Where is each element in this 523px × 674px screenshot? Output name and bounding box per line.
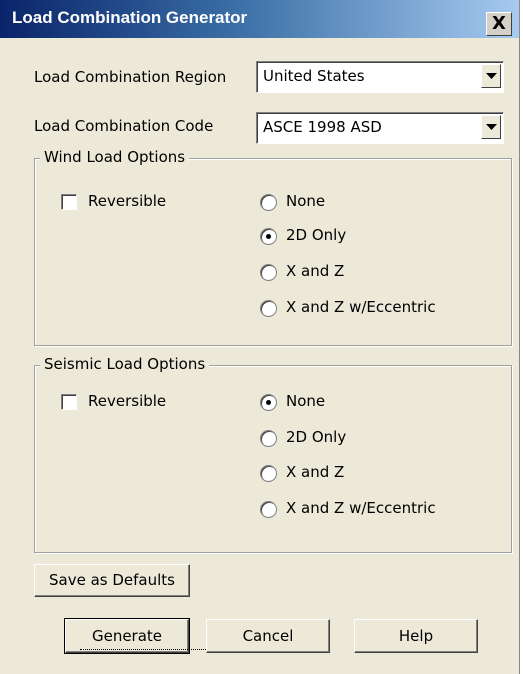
seismic-option-none-label: None (286, 392, 326, 410)
code-select[interactable]: ASCE 1998 ASD (256, 112, 504, 144)
chevron-down-icon (486, 73, 497, 79)
seismic-load-options-legend: Seismic Load Options (40, 355, 210, 373)
seismic-radio-2d-only[interactable] (260, 430, 277, 447)
chevron-down-icon (486, 124, 497, 130)
region-value: United States (263, 67, 365, 85)
code-label: Load Combination Code (34, 117, 214, 135)
wind-radio-2d-only[interactable] (260, 228, 277, 245)
wind-load-options-legend: Wind Load Options (40, 148, 190, 166)
radio-selected-dot (266, 400, 271, 405)
help-button[interactable]: Help (354, 619, 478, 653)
region-dropdown-button[interactable] (481, 64, 501, 88)
seismic-option-x-and-z-label: X and Z (286, 463, 345, 481)
seismic-radio-none[interactable] (260, 394, 277, 411)
wind-radio-none[interactable] (260, 194, 277, 211)
save-as-defaults-button[interactable]: Save as Defaults (34, 564, 190, 597)
code-dropdown-button[interactable] (481, 115, 501, 139)
seismic-radio-x-and-z[interactable] (260, 465, 277, 482)
seismic-option-2d-only-label: 2D Only (286, 428, 347, 446)
title-bar[interactable]: Load Combination Generator X (0, 0, 519, 38)
load-combination-dialog: Load Combination Generator X Load Combin… (0, 0, 520, 674)
close-button[interactable]: X (486, 12, 512, 36)
seismic-option-x-and-z-eccentric-label: X and Z w/Eccentric (286, 499, 436, 517)
region-select[interactable]: United States (256, 61, 504, 93)
generate-button[interactable]: Generate (64, 618, 214, 654)
focus-indicator (80, 649, 214, 651)
seismic-reversible-checkbox[interactable] (61, 394, 77, 410)
wind-option-2d-only-label: 2D Only (286, 226, 347, 244)
cancel-button[interactable]: Cancel (206, 619, 330, 653)
wind-option-x-and-z-label: X and Z (286, 262, 345, 280)
save-as-defaults-label: Save as Defaults (49, 571, 175, 589)
wind-radio-x-and-z[interactable] (260, 264, 277, 281)
wind-option-x-and-z-eccentric-label: X and Z w/Eccentric (286, 298, 436, 316)
wind-reversible-label: Reversible (88, 192, 167, 210)
generate-label: Generate (91, 627, 163, 645)
wind-reversible-checkbox[interactable] (61, 194, 77, 210)
wind-load-options-group (34, 158, 512, 346)
close-icon: X (492, 13, 506, 34)
code-value: ASCE 1998 ASD (263, 118, 382, 136)
seismic-reversible-label: Reversible (88, 392, 167, 410)
seismic-radio-x-and-z-eccentric[interactable] (260, 501, 277, 518)
wind-option-none-label: None (286, 192, 326, 210)
cancel-label: Cancel (242, 627, 294, 645)
window-title: Load Combination Generator (12, 8, 248, 27)
region-label: Load Combination Region (34, 68, 227, 86)
radio-selected-dot (266, 234, 271, 239)
help-label: Help (398, 627, 434, 645)
wind-radio-x-and-z-eccentric[interactable] (260, 300, 277, 317)
